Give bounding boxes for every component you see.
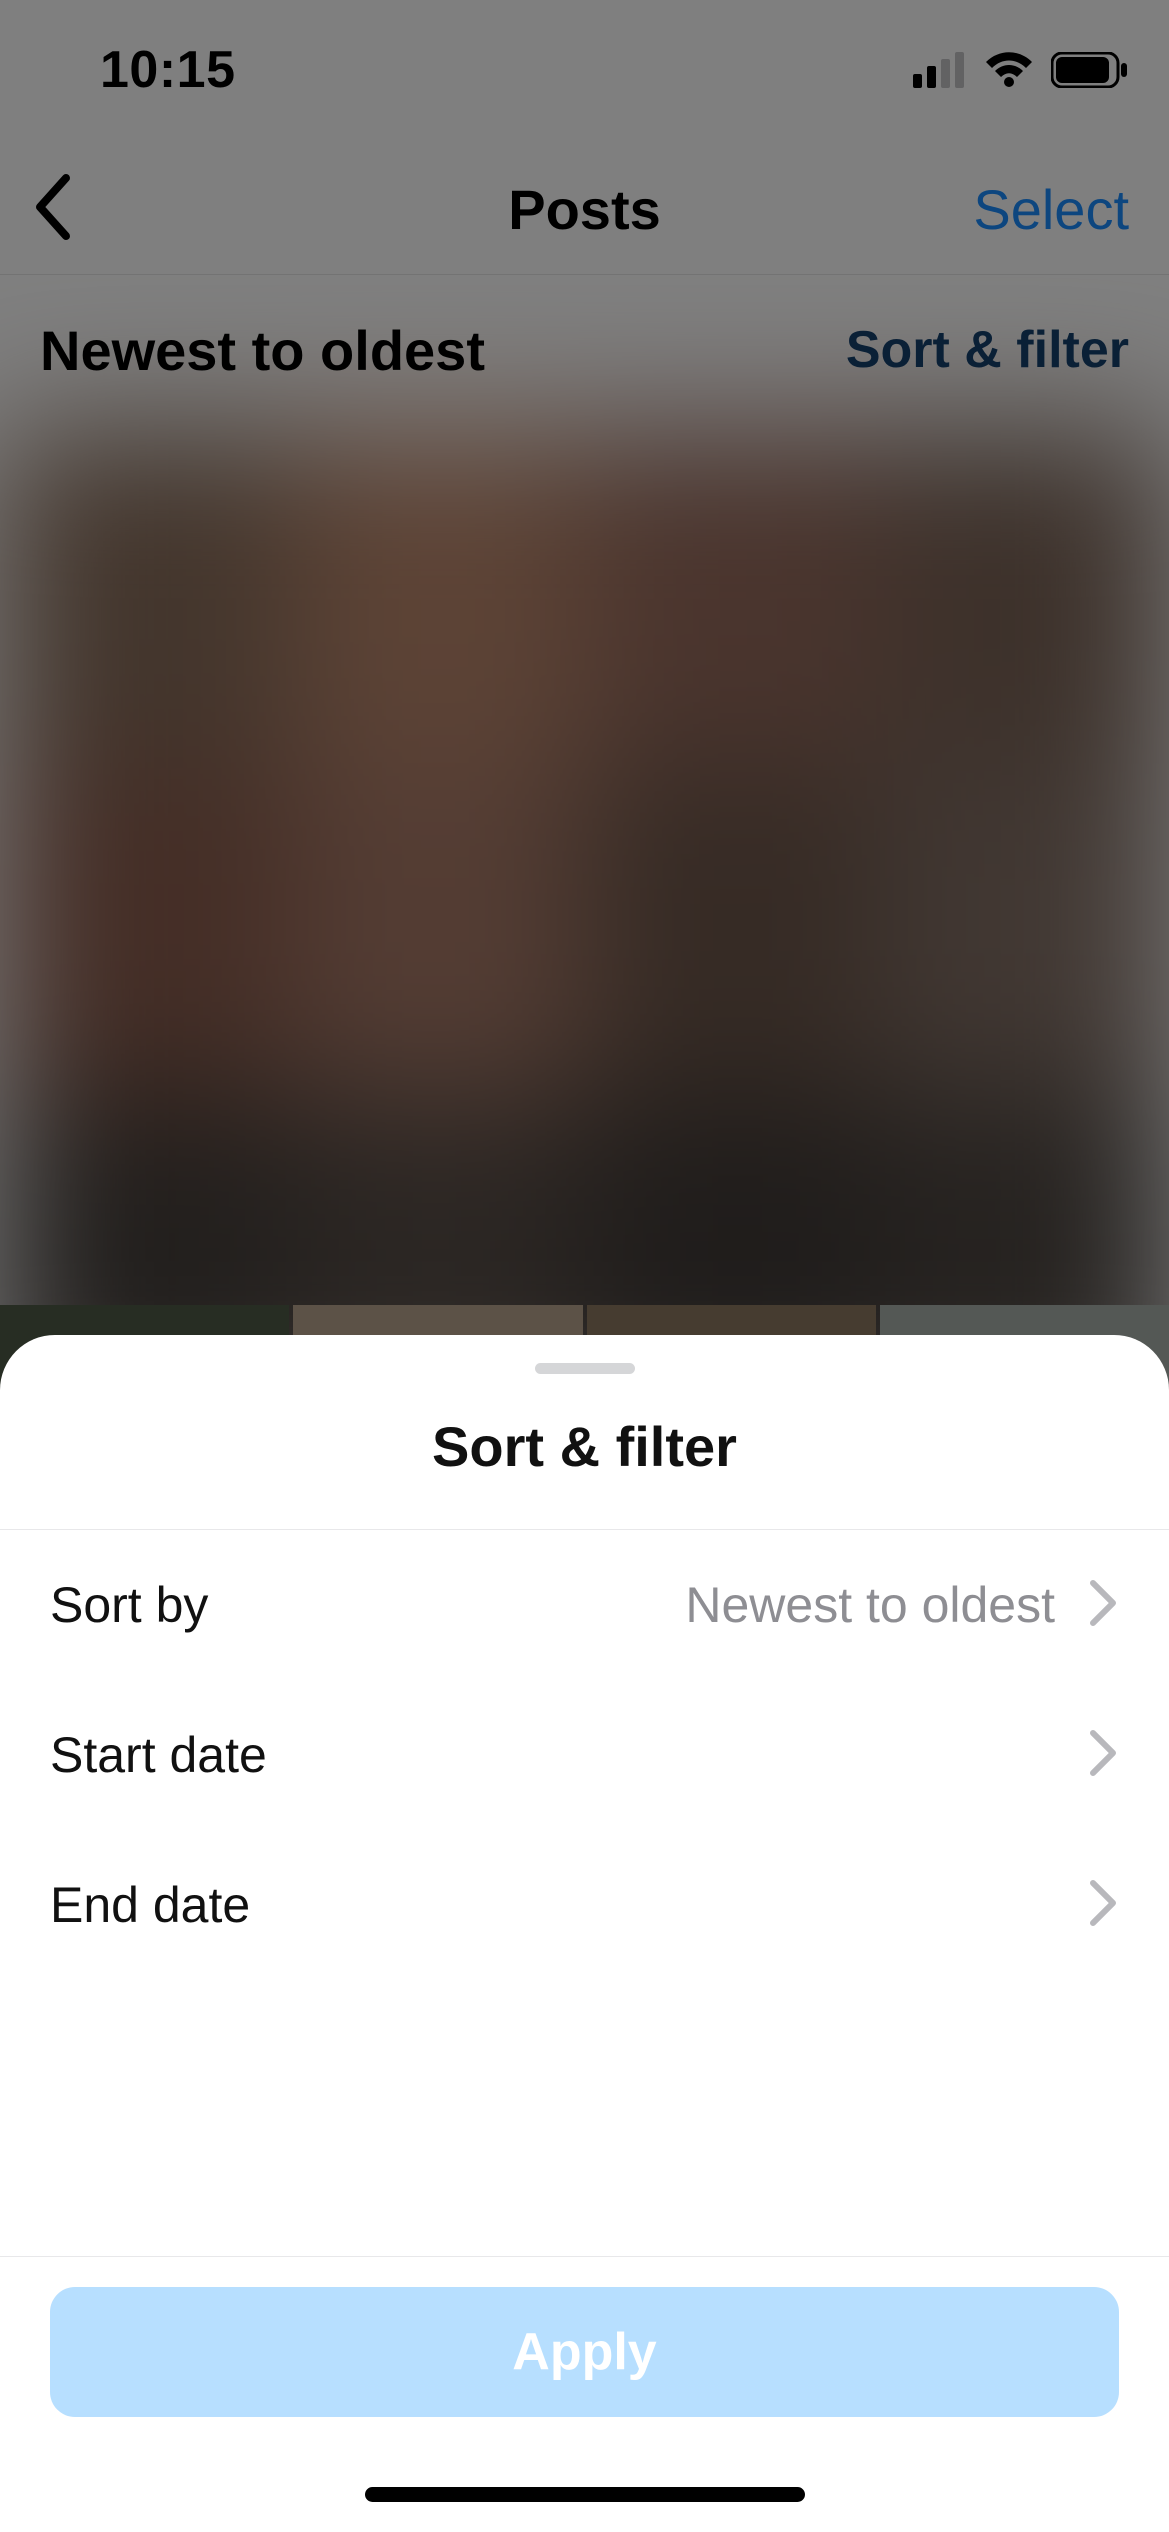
sort-by-row[interactable]: Sort by Newest to oldest [50, 1530, 1119, 1680]
sort-by-label: Sort by [50, 1576, 208, 1634]
chevron-right-icon [1087, 1579, 1119, 1632]
apply-button[interactable]: Apply [50, 2287, 1119, 2417]
chevron-right-icon [1087, 1729, 1119, 1782]
sheet-grabber[interactable] [535, 1363, 635, 1374]
chevron-right-icon [1087, 1879, 1119, 1932]
end-date-row[interactable]: End date [50, 1830, 1119, 1980]
sort-by-value: Newest to oldest [685, 1576, 1055, 1634]
sort-filter-sheet: Sort & filter Sort by Newest to oldest S… [0, 1335, 1169, 2532]
start-date-row[interactable]: Start date [50, 1680, 1119, 1830]
home-indicator[interactable] [365, 2487, 805, 2502]
end-date-label: End date [50, 1876, 250, 1934]
sheet-title: Sort & filter [0, 1414, 1169, 1530]
start-date-label: Start date [50, 1726, 267, 1784]
